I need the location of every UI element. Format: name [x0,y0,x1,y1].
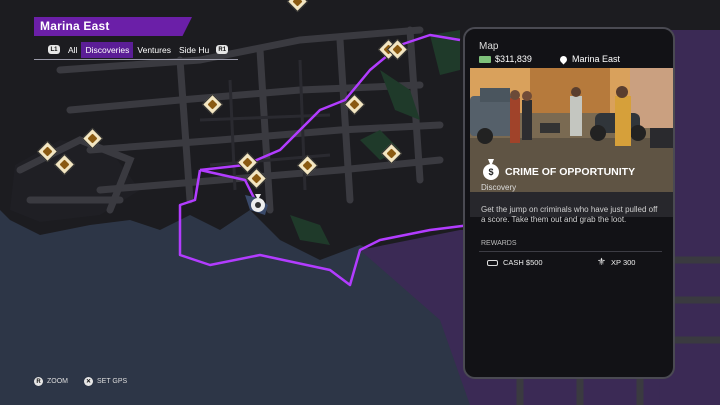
location-pin-icon [558,54,569,64]
cross-button-icon: ✕ [84,377,93,386]
location-display: Marina East [558,54,621,64]
mission-title: CRIME OF OPPORTUNITY [505,166,636,178]
reward-xp: ⚜ XP 300 [597,257,636,268]
money-display: $311,839 [479,54,532,64]
location-name: Marina East [572,54,621,64]
money-amount: $311,839 [495,54,532,64]
r3-button-icon: R [34,377,43,386]
set-gps-hint[interactable]: ✕ SET GPS [84,377,127,386]
reward-cash-label: CASH $500 [503,258,543,267]
rewards-label: REWARDS [481,240,517,247]
filter-tabs: L1 All Discoveries Ventures Side Hu R1 [34,41,229,58]
region-title: Marina East [40,19,110,33]
r1-button-icon[interactable]: R1 [216,45,229,54]
zoom-label: ZOOM [47,378,68,385]
tab-discoveries[interactable]: Discoveries [81,41,134,58]
l1-button-icon[interactable]: L1 [48,45,60,54]
reward-cash: CASH $500 [487,258,543,267]
filter-underline [34,59,238,60]
card-title: Map [479,41,499,52]
mission-card: Map $311,839 Marina East $ CRIME OF OPPO… [463,27,675,379]
reward-xp-label: XP 300 [611,258,636,267]
set-gps-label: SET GPS [97,378,128,385]
money-bag-icon: $ [483,159,499,180]
rewards-divider [479,251,662,252]
fleur-de-lis-icon: ⚜ [597,257,606,268]
money-bag-map-icon[interactable] [250,192,266,212]
tab-side-hustles[interactable]: Side Hu [175,42,213,58]
cash-stack-icon [479,55,491,63]
tab-ventures[interactable]: Ventures [133,42,175,58]
mission-category: Discovery [481,183,517,192]
cash-icon [487,259,498,266]
zoom-hint[interactable]: R ZOOM [34,377,68,386]
mission-description: Get the jump on criminals who have just … [481,205,658,224]
svg-text:$: $ [488,167,493,177]
tab-all[interactable]: All [64,42,81,58]
